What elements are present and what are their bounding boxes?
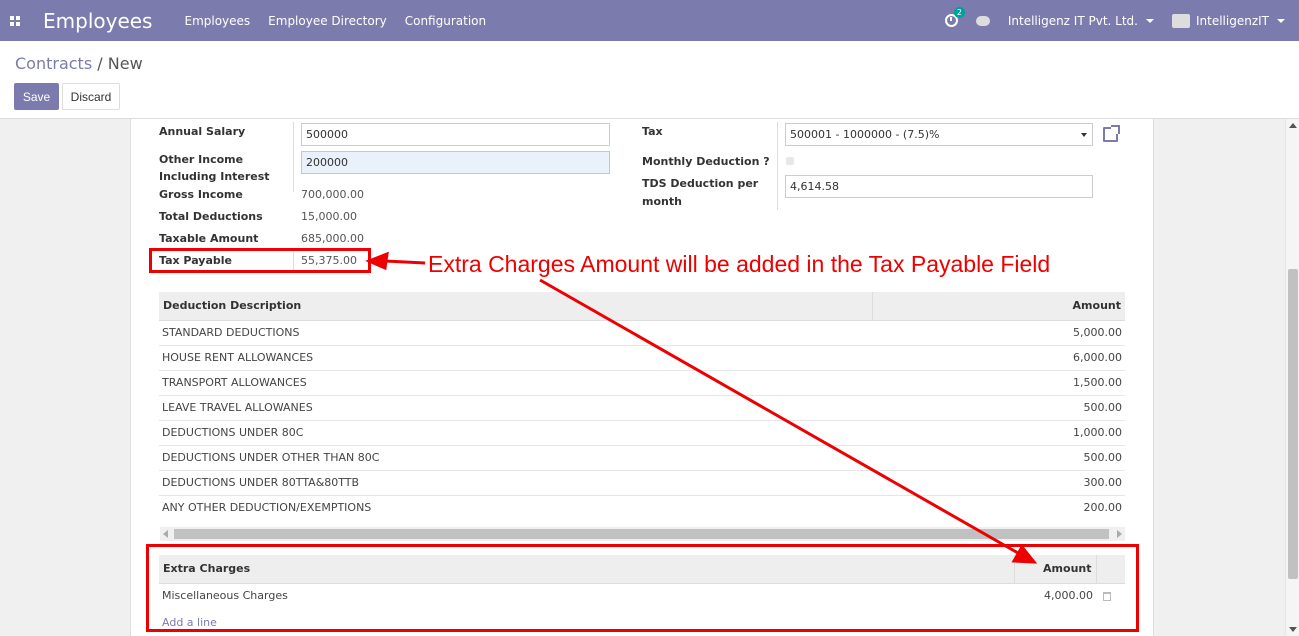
arrow-head-down xyxy=(1011,544,1038,564)
arrow-to-extra-charges xyxy=(539,278,1019,555)
arrow-head-left xyxy=(365,251,389,271)
arrow-to-tax-payable xyxy=(384,259,426,265)
annotation-arrows xyxy=(365,251,1038,564)
